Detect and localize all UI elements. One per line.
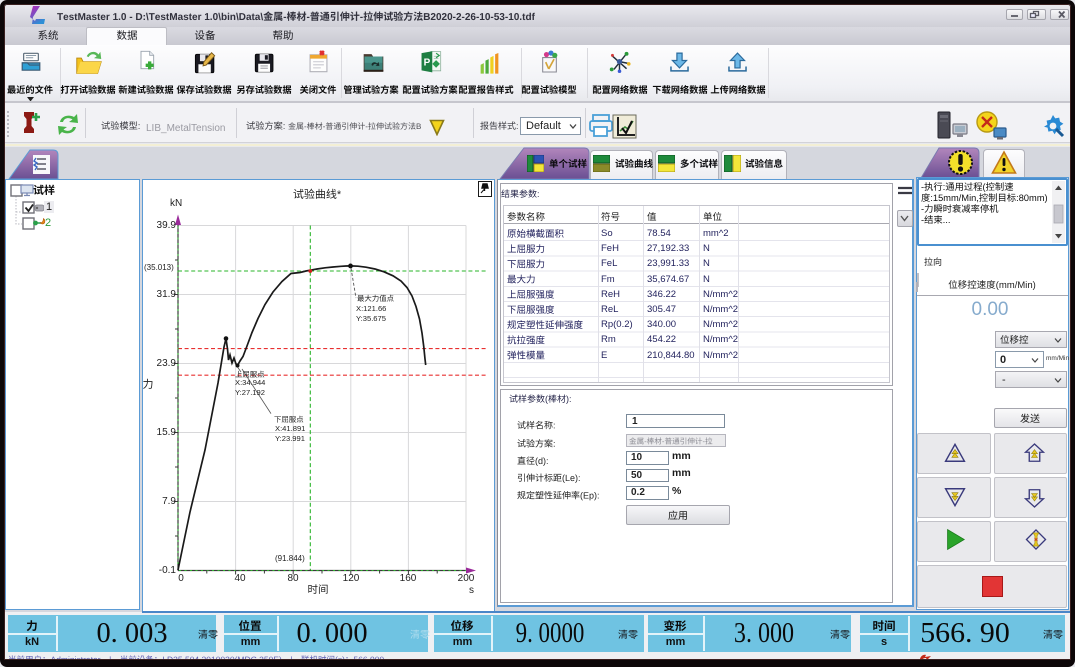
svg-text:P: P [424,57,431,68]
